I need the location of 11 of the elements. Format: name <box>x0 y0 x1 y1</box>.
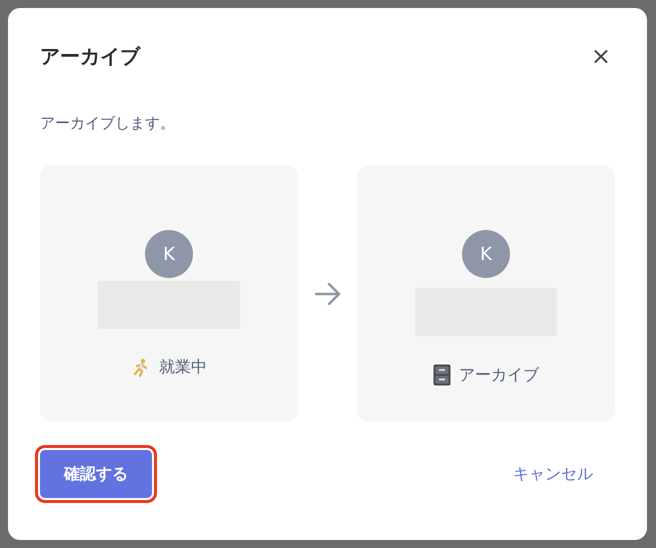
file-cabinet-icon <box>433 364 451 386</box>
cancel-button[interactable]: キャンセル <box>505 456 615 492</box>
avatar: K <box>145 230 193 278</box>
status-label: 就業中 <box>159 357 207 378</box>
close-button[interactable]: × <box>586 44 615 68</box>
confirm-button[interactable]: 確認する <box>40 450 152 498</box>
dialog-message: アーカイブします。 <box>40 114 176 133</box>
avatar: K <box>462 230 510 278</box>
dialog-title: アーカイブ <box>40 42 140 70</box>
status-label: アーカイブ <box>459 364 539 386</box>
right-arrow-icon <box>314 282 340 304</box>
